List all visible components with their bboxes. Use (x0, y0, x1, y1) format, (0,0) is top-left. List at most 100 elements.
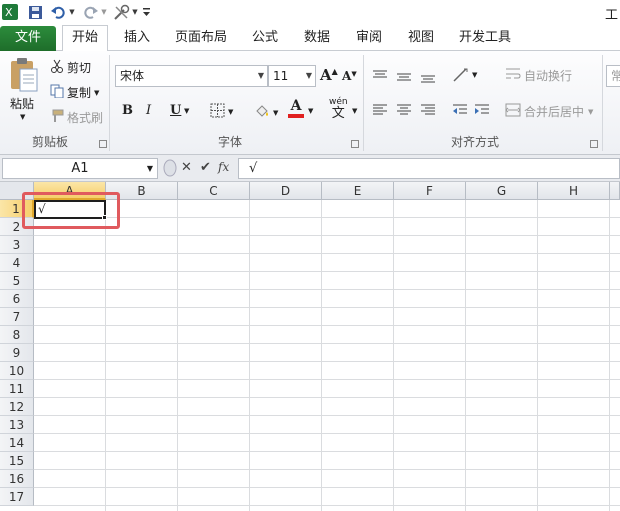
save-icon[interactable] (27, 3, 43, 21)
row-header-5[interactable]: 5 (0, 272, 34, 290)
name-box[interactable]: A1 ▼ (2, 158, 158, 179)
paste-icon[interactable] (8, 57, 40, 93)
decrease-indent-icon[interactable] (452, 103, 468, 117)
fill-color-button[interactable]: ▼ (254, 103, 278, 122)
bold-button[interactable]: B (122, 103, 133, 118)
wrap-text-button[interactable]: 自动换行 (505, 67, 572, 84)
undo-dropdown-icon[interactable]: ▼ (68, 3, 76, 21)
number-format-select[interactable]: 常 (606, 65, 620, 87)
format-painter-icon (50, 109, 64, 126)
undo-icon[interactable] (50, 3, 66, 21)
underline-button[interactable]: U (170, 103, 181, 118)
customize-qat-icon[interactable] (141, 3, 151, 21)
row-header-13[interactable]: 13 (0, 416, 34, 434)
font-color-dropdown-icon[interactable]: ▼ (308, 107, 313, 115)
wrap-text-label: 自动换行 (524, 69, 573, 83)
font-launcher-icon[interactable] (351, 140, 359, 148)
font-name-dropdown-icon: ▼ (257, 71, 264, 80)
borders-dropdown-icon: ▼ (228, 108, 234, 116)
copy-dropdown-icon[interactable]: ▼ (94, 89, 99, 97)
grid-line (34, 343, 620, 344)
align-bottom-icon[interactable] (420, 69, 436, 83)
increase-indent-icon[interactable] (474, 103, 490, 117)
font-color-button[interactable]: A (288, 99, 304, 118)
column-header-e[interactable]: E (322, 182, 394, 200)
grow-font-button[interactable]: A ▲ (320, 66, 338, 84)
row-header-15[interactable]: 15 (0, 452, 34, 470)
tab-insert[interactable]: 插入 (114, 26, 160, 51)
font-group-label: 字体 (217, 135, 242, 149)
paste-button[interactable]: 粘贴 (10, 95, 34, 112)
tools-dropdown-icon[interactable]: ▼ (131, 3, 139, 21)
row-header-7[interactable]: 7 (0, 308, 34, 326)
grid-line (34, 433, 620, 434)
alignment-launcher-icon[interactable] (590, 140, 598, 148)
tab-formulas[interactable]: 公式 (242, 26, 288, 51)
name-box-value: A1 (71, 161, 89, 176)
font-name-value: 宋体 (120, 69, 145, 83)
worksheet-grid[interactable]: A B C D E F G H 1 2 3 4 5 6 7 8 9 10 11 … (0, 182, 620, 511)
align-middle-icon[interactable] (396, 69, 412, 83)
align-center-icon[interactable] (396, 103, 412, 117)
grid-line (393, 200, 394, 511)
font-name-select[interactable]: 宋体 ▼ (115, 65, 268, 87)
insert-function-button[interactable]: fx (218, 160, 229, 174)
excel-app-icon[interactable]: X (2, 3, 18, 21)
cut-button[interactable]: 剪切 (50, 59, 91, 76)
row-header-12[interactable]: 12 (0, 398, 34, 416)
tab-home[interactable]: 开始 (62, 25, 108, 52)
italic-button[interactable]: I (146, 103, 151, 118)
tab-file[interactable]: 文件 (0, 26, 56, 51)
tab-developer[interactable]: 开发工具 (452, 26, 518, 51)
align-right-icon[interactable] (420, 103, 436, 117)
column-header-f[interactable]: F (394, 182, 466, 200)
borders-button[interactable]: ▼ (210, 103, 233, 121)
shrink-font-button[interactable]: A ▼ (342, 69, 357, 84)
tab-review[interactable]: 审阅 (346, 26, 392, 51)
phonetic-dropdown-icon[interactable]: ▼ (352, 107, 357, 115)
borders-icon (210, 103, 225, 121)
formula-input[interactable]: √ (238, 158, 620, 179)
align-left-icon[interactable] (372, 103, 388, 117)
row-header-6[interactable]: 6 (0, 290, 34, 308)
column-header-h[interactable]: H (538, 182, 610, 200)
cancel-icon[interactable]: ✕ (181, 160, 192, 175)
grid-line (34, 271, 620, 272)
phonetic-button[interactable]: wén 文 (329, 97, 348, 120)
font-color-swatch (288, 114, 304, 118)
grid-line (34, 289, 620, 290)
row-header-17[interactable]: 17 (0, 488, 34, 506)
format-painter-button[interactable]: 格式刷 (50, 109, 103, 126)
column-header-g[interactable]: G (466, 182, 538, 200)
underline-dropdown-icon[interactable]: ▼ (184, 107, 189, 115)
tab-view[interactable]: 视图 (398, 26, 444, 51)
column-header-partial[interactable] (610, 182, 620, 200)
row-header-14[interactable]: 14 (0, 434, 34, 452)
row-header-16[interactable]: 16 (0, 470, 34, 488)
paste-dropdown-icon[interactable]: ▼ (20, 113, 25, 121)
row-header-3[interactable]: 3 (0, 236, 34, 254)
clipboard-launcher-icon[interactable] (99, 140, 107, 148)
cut-label: 剪切 (67, 61, 92, 75)
font-size-select[interactable]: 11 ▼ (268, 65, 316, 87)
merge-center-button[interactable]: 合并后居中 ▼ (505, 103, 593, 120)
align-top-icon[interactable] (372, 69, 388, 83)
column-header-d[interactable]: D (250, 182, 322, 200)
row-header-8[interactable]: 8 (0, 326, 34, 344)
tab-data[interactable]: 数据 (294, 26, 340, 51)
copy-label: 复制 (67, 86, 92, 100)
tab-page-layout[interactable]: 页面布局 (168, 26, 234, 51)
copy-button[interactable]: 复制 ▼ (50, 84, 99, 101)
tools-icon[interactable] (112, 3, 130, 21)
row-header-9[interactable]: 9 (0, 344, 34, 362)
row-header-10[interactable]: 10 (0, 362, 34, 380)
quick-access-toolbar: X ▼ ▼ ▼ 工 (0, 0, 620, 24)
enter-icon[interactable]: ✔ (200, 160, 211, 175)
name-box-dropdown-icon[interactable]: ▼ (147, 159, 153, 178)
column-header-c[interactable]: C (178, 182, 250, 200)
row-header-11[interactable]: 11 (0, 380, 34, 398)
row-header-4[interactable]: 4 (0, 254, 34, 272)
orientation-icon[interactable]: ▼ (452, 67, 477, 83)
window-title: 工 (604, 8, 618, 23)
grid-line (537, 200, 538, 511)
